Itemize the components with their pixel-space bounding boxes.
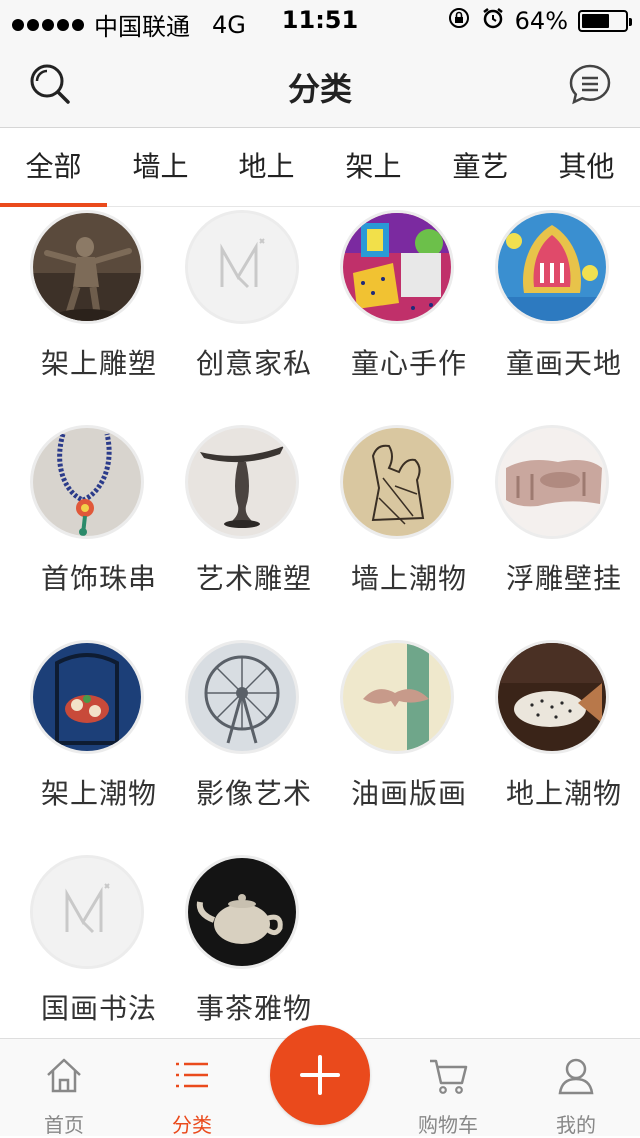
tab-category-label: 分类 <box>172 1113 212 1137</box>
category-item[interactable]: 架上雕塑 <box>10 208 165 423</box>
category-label: 地上潮物 <box>506 777 623 810</box>
tab-wall[interactable]: 墙上 <box>107 129 214 207</box>
category-label: 首饰珠串 <box>41 562 158 595</box>
category-item[interactable]: 童心手作 <box>320 208 475 423</box>
category-item[interactable]: 墙上潮物 <box>320 423 475 638</box>
alarm-icon <box>481 6 505 36</box>
category-grid: 架上雕塑 创意家私 童心手作 童画天地 首饰珠串 艺术雕塑 墙上潮物 浮雕壁挂 … <box>0 208 640 1030</box>
category-thumbnail <box>340 640 454 754</box>
category-label: 童画天地 <box>506 347 623 380</box>
tab-home-label: 首页 <box>44 1113 84 1137</box>
tab-floor[interactable]: 地上 <box>213 129 320 207</box>
category-thumbnail <box>185 425 299 539</box>
category-tabs: 全部 墙上 地上 架上 童艺 其他 <box>0 129 640 207</box>
category-label: 童心手作 <box>351 347 468 380</box>
cart-icon <box>428 1055 468 1095</box>
category-item[interactable]: 事茶雅物 <box>165 853 320 1030</box>
tab-home[interactable]: 首页 <box>0 1039 128 1137</box>
category-label: 油画版画 <box>351 777 468 810</box>
brand-logo-placeholder <box>185 210 299 324</box>
category-thumbnail <box>495 640 609 754</box>
status-bar: 中国联通 4G 11:51 64% <box>0 0 640 41</box>
tab-mine-label: 我的 <box>556 1113 596 1137</box>
page-title: 分类 <box>287 70 352 108</box>
category-thumbnail <box>30 425 144 539</box>
category-label: 创意家私 <box>196 347 313 380</box>
tab-cart[interactable]: 购物车 <box>384 1039 512 1137</box>
category-thumbnail <box>340 210 454 324</box>
tab-shelf[interactable]: 架上 <box>320 129 427 207</box>
category-item[interactable]: 创意家私 <box>165 208 320 423</box>
tab-all[interactable]: 全部 <box>0 129 107 207</box>
battery-icon <box>578 10 632 32</box>
home-icon <box>44 1055 84 1095</box>
category-thumbnail <box>495 425 609 539</box>
battery-percent: 64% <box>514 7 568 35</box>
category-label: 事茶雅物 <box>196 992 313 1025</box>
category-item[interactable]: 地上潮物 <box>475 638 630 853</box>
category-thumbnail <box>30 640 144 754</box>
category-thumbnail <box>340 425 454 539</box>
rotation-lock-icon <box>447 6 471 36</box>
tab-mine[interactable]: 我的 <box>512 1039 640 1137</box>
navigation-bar: 分类 <box>0 40 640 128</box>
category-label: 艺术雕塑 <box>196 562 313 595</box>
category-item[interactable]: 艺术雕塑 <box>165 423 320 638</box>
list-icon <box>172 1055 212 1095</box>
tab-kids-art[interactable]: 童艺 <box>427 129 534 207</box>
category-item[interactable]: 影像艺术 <box>165 638 320 853</box>
category-item[interactable]: 童画天地 <box>475 208 630 423</box>
category-label: 影像艺术 <box>196 777 313 810</box>
category-label: 浮雕壁挂 <box>506 562 623 595</box>
add-button[interactable] <box>270 1025 370 1125</box>
category-item[interactable]: 架上潮物 <box>10 638 165 853</box>
category-thumbnail <box>30 210 144 324</box>
category-label: 墙上潮物 <box>351 562 468 595</box>
tab-category[interactable]: 分类 <box>128 1039 256 1137</box>
category-thumbnail <box>185 855 299 969</box>
category-thumbnail <box>495 210 609 324</box>
brand-logo-placeholder <box>30 855 144 969</box>
tab-other[interactable]: 其他 <box>533 129 640 207</box>
category-label: 架上雕塑 <box>41 347 158 380</box>
category-label: 国画书法 <box>41 992 158 1025</box>
user-icon <box>556 1055 596 1095</box>
plus-icon <box>300 1055 340 1095</box>
chat-icon[interactable] <box>568 62 612 106</box>
category-item[interactable]: 浮雕壁挂 <box>475 423 630 638</box>
category-thumbnail <box>185 640 299 754</box>
tab-cart-label: 购物车 <box>418 1113 478 1137</box>
category-item[interactable]: 油画版画 <box>320 638 475 853</box>
category-item[interactable]: 国画书法 <box>10 853 165 1030</box>
category-label: 架上潮物 <box>41 777 158 810</box>
category-item[interactable]: 首饰珠串 <box>10 423 165 638</box>
